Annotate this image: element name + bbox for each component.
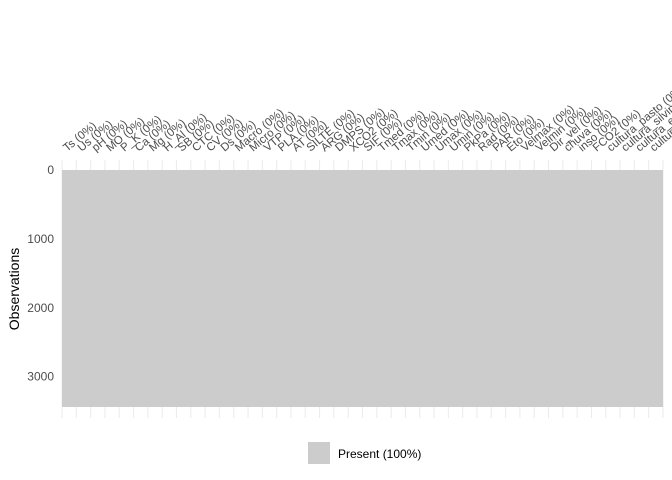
y-tick-label: 1000 (27, 232, 54, 246)
y-axis-ticks: 0 1000 2000 3000 (27, 163, 54, 384)
present-block (62, 170, 663, 407)
legend-swatch-present (308, 442, 330, 464)
y-tick-label: 3000 (27, 370, 54, 384)
legend: Present (100%) (308, 442, 421, 464)
y-tick-label: 2000 (27, 301, 54, 315)
y-tick-label: 0 (47, 163, 54, 177)
legend-label-present: Present (100%) (338, 447, 421, 461)
missingness-chart: Ts (0%)Us (0%)pH (0%)MO (0%)P_K (0%)Ca (… (6, 65, 672, 464)
y-axis-title: Observations (6, 248, 22, 330)
column-labels: Ts (0%)Us (0%)pH (0%)MO (0%)P_K (0%)Ca (… (61, 65, 672, 154)
